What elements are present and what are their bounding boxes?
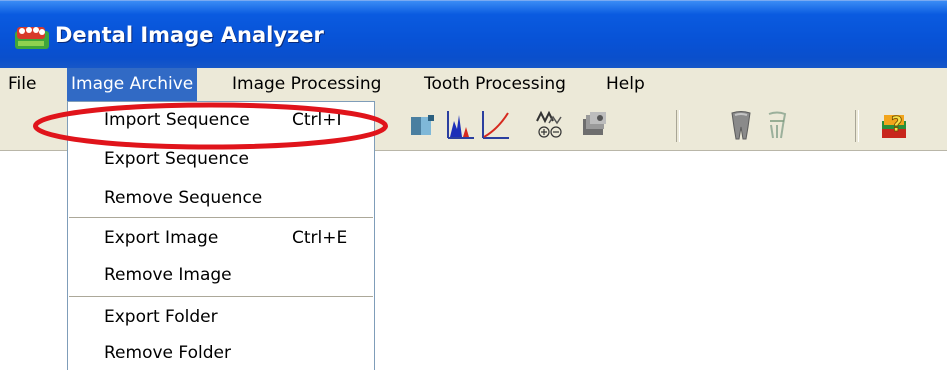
menu-bar: File Image Archive Image Processing Toot… xyxy=(0,68,947,102)
menu-item-export-image[interactable]: Export Image Ctrl+E xyxy=(68,220,374,256)
camera-icon[interactable] xyxy=(580,109,610,141)
menu-item-export-folder[interactable]: Export Folder xyxy=(68,299,374,335)
menu-image-archive[interactable]: Image Archive xyxy=(67,68,198,101)
menu-item-remove-folder[interactable]: Remove Folder xyxy=(68,335,374,371)
image-adjust-icon[interactable] xyxy=(408,109,438,141)
menu-item-remove-image[interactable]: Remove Image xyxy=(68,257,374,293)
help-question-icon[interactable]: ? xyxy=(880,109,910,141)
curve-icon[interactable] xyxy=(480,109,510,141)
menu-separator xyxy=(69,217,373,218)
toolbar-separator xyxy=(855,110,859,142)
menu-item-label: Export Folder xyxy=(104,307,218,327)
menu-image-processing[interactable]: Image Processing xyxy=(228,68,385,101)
menu-tooth-processing[interactable]: Tooth Processing xyxy=(420,68,570,101)
menu-item-label: Remove Sequence xyxy=(104,188,263,208)
menu-item-label: Remove Folder xyxy=(104,343,231,363)
highlight-ellipse xyxy=(33,102,388,150)
menu-item-label: Export Image xyxy=(104,228,219,248)
menu-help[interactable]: Help xyxy=(602,68,649,101)
menu-item-label: Remove Image xyxy=(104,265,232,285)
menu-separator xyxy=(69,296,373,297)
histogram-icon[interactable] xyxy=(445,109,475,141)
menu-file[interactable]: File xyxy=(4,68,40,101)
tooth-root-icon[interactable] xyxy=(762,109,792,141)
window-title: Dental Image Analyzer xyxy=(55,23,324,47)
menu-item-remove-sequence[interactable]: Remove Sequence xyxy=(68,180,374,216)
svg-text:?: ? xyxy=(891,112,903,136)
title-bar[interactable]: Dental Image Analyzer xyxy=(0,0,947,68)
menu-item-shortcut: Ctrl+E xyxy=(292,228,348,248)
toolbar-separator xyxy=(676,110,680,142)
tooth-gray-icon[interactable] xyxy=(726,109,756,141)
app-teeth-icon xyxy=(15,27,49,49)
zoom-in-out-icon[interactable] xyxy=(535,109,565,141)
